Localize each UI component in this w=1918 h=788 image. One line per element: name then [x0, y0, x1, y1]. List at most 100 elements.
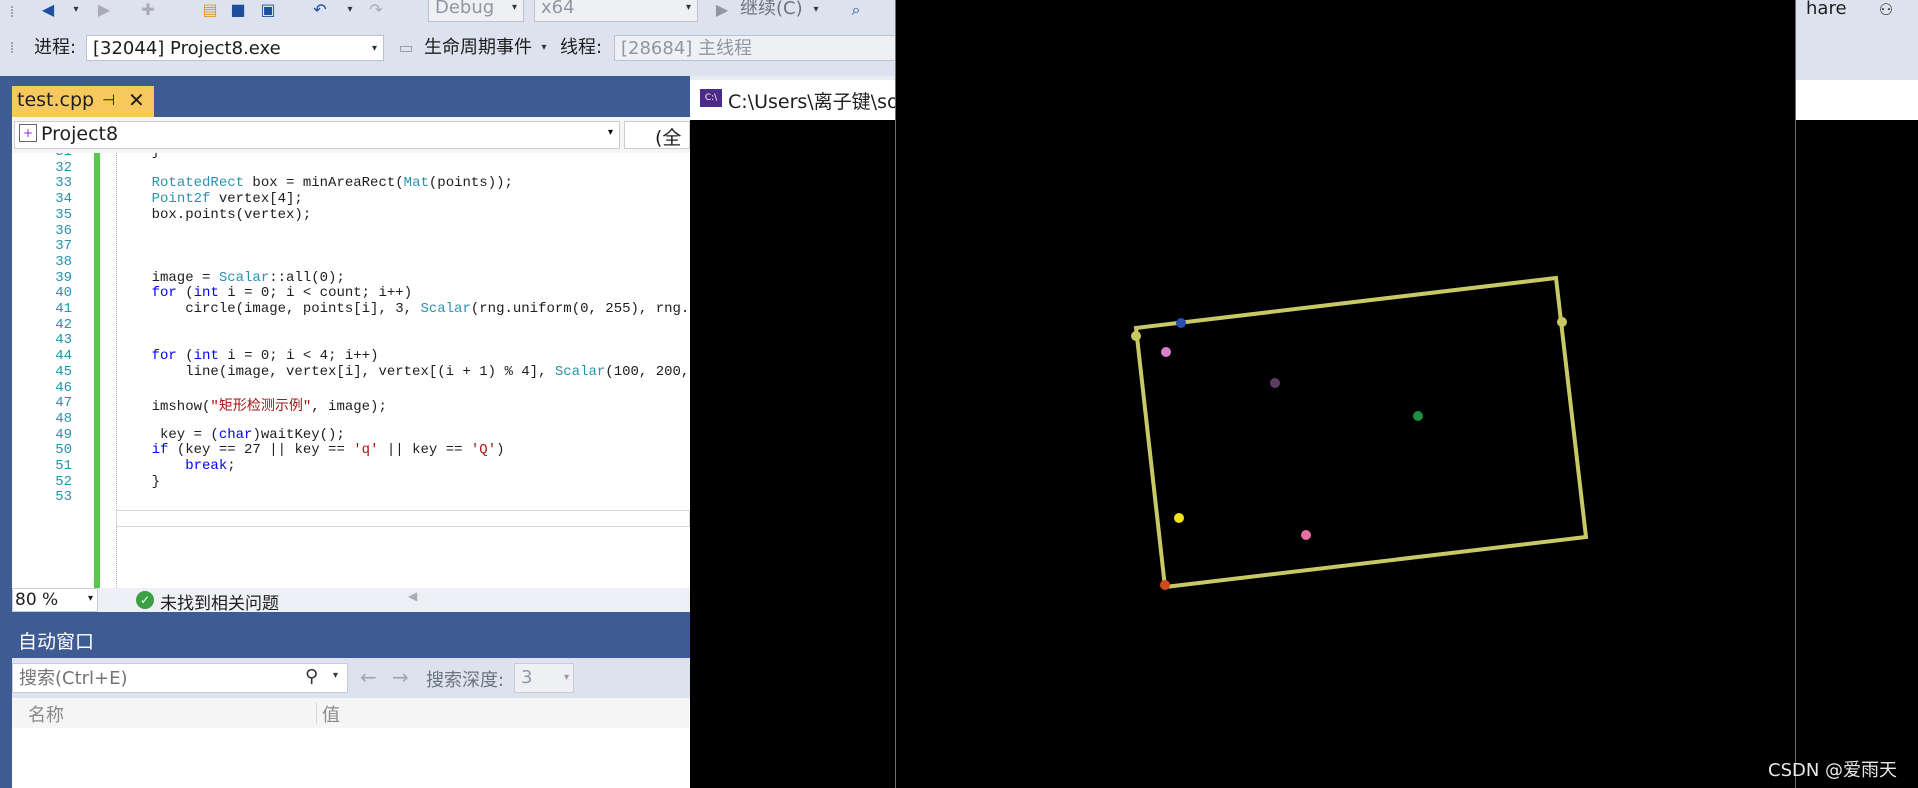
lifecycle-dropdown-icon[interactable]: ▾ [534, 38, 554, 58]
line-number: 39 [55, 269, 72, 286]
console-titlebar[interactable]: C:\ C:\Users\离子键\sou [690, 80, 911, 120]
line-number: 36 [55, 222, 72, 239]
play-icon[interactable]: ▶ [712, 0, 732, 20]
line-number: 46 [55, 379, 72, 396]
thread-label: 线程: [560, 37, 603, 58]
lifecycle-icon: ▭ [398, 38, 414, 57]
search-depth-value: 3 [521, 667, 533, 688]
code-line[interactable]: RotatedRect box = minAreaRect(Mat(points… [118, 175, 513, 191]
continue-dropdown-icon[interactable]: ▾ [806, 0, 826, 20]
column-divider[interactable] [316, 702, 317, 724]
tab-label: test.cpp [17, 89, 95, 111]
image-window[interactable] [895, 0, 1796, 788]
process-select[interactable]: [32044] Project8.exe ▾ [86, 35, 384, 61]
search-depth-select[interactable]: 3 ▾ [514, 663, 574, 693]
lifecycle-events-button[interactable]: 生命周期事件 [424, 35, 532, 61]
chevron-down-icon: ▾ [511, 2, 517, 13]
chevron-down-icon[interactable]: ▾ [333, 670, 338, 681]
config-value: Debug [435, 0, 495, 18]
chevron-down-icon: ▾ [87, 593, 93, 604]
open-folder-icon[interactable]: ▤ [200, 0, 220, 20]
code-editor[interactable]: 31 }3233 RotatedRect box = minAreaRect(M… [12, 153, 690, 588]
point-marker [1160, 580, 1170, 590]
toolbar-right-edge: hare ⚇ [1796, 0, 1918, 80]
navigation-bar: + Project8 ▾ (全局 [12, 117, 690, 176]
point-marker [1301, 530, 1311, 540]
undo-icon[interactable]: ↶ [310, 0, 330, 20]
close-icon[interactable]: ✕ [128, 88, 145, 112]
project-select[interactable]: + Project8 ▾ [14, 121, 620, 149]
line-number: 34 [55, 191, 72, 208]
code-line[interactable]: break; [118, 458, 235, 474]
platform-select[interactable]: x64 ▾ [534, 0, 698, 22]
column-value[interactable]: 值 [322, 701, 340, 727]
line-number: 33 [55, 175, 72, 192]
thread-select[interactable]: [28684] 主线程 [614, 35, 904, 61]
autos-search-field[interactable]: ⚲ ▾ [12, 663, 348, 693]
point-marker [1174, 513, 1184, 523]
issues-status[interactable]: 未找到相关问题 [160, 589, 279, 614]
code-line[interactable]: line(image, vertex[i], vertex[(i + 1) % … [118, 364, 690, 380]
code-line[interactable]: } [118, 153, 160, 160]
find-icon[interactable]: ⌕ [846, 0, 866, 20]
chevron-down-icon: ▾ [371, 43, 377, 54]
line-number: 32 [55, 159, 72, 176]
project-icon: + [19, 124, 37, 142]
autos-search-input[interactable] [17, 666, 311, 690]
back-dropdown-icon[interactable]: ▾ [66, 0, 86, 20]
code-line[interactable]: if (key == 27 || key == 'q' || key == 'Q… [118, 442, 505, 458]
forward-icon[interactable]: ▶ [94, 0, 114, 20]
bounding-rectangle [1133, 275, 1589, 590]
autos-window-title: 自动窗口 [12, 626, 690, 658]
search-icon[interactable]: ⚲ [305, 666, 318, 687]
back-icon[interactable]: ◀ [38, 0, 58, 20]
code-line[interactable]: for (int i = 0; i < 4; i++) [118, 348, 379, 364]
process-label: 进程: [34, 37, 77, 58]
chevron-down-icon: ▾ [607, 127, 613, 138]
search-back-icon[interactable]: ← [360, 665, 377, 689]
zoom-select[interactable]: 80 % ▾ [12, 588, 98, 612]
process-value: [32044] Project8.exe [93, 38, 281, 59]
console-app-icon: C:\ [700, 89, 722, 107]
thread-value: [28684] 主线程 [621, 38, 753, 59]
line-number: 41 [55, 301, 72, 317]
editor-status-bar: 80 % ▾ ✓ 未找到相关问题 ◀ [12, 588, 690, 614]
line-number: 35 [55, 206, 72, 223]
code-line[interactable]: } [118, 474, 160, 490]
tab-test-cpp[interactable]: test.cpp ⊣ ✕ [12, 86, 154, 117]
save-all-icon[interactable]: ▣ [258, 0, 278, 20]
redo-icon[interactable]: ↷ [366, 0, 386, 20]
point-marker [1413, 411, 1423, 421]
live-share-button[interactable]: hare [1806, 0, 1847, 22]
code-line[interactable]: box.points(vertex); [118, 207, 312, 223]
scope-select[interactable]: (全局 [624, 121, 690, 176]
autos-column-header: 名称 值 [12, 698, 690, 729]
line-number: 50 [55, 442, 72, 459]
line-number: 38 [55, 253, 72, 270]
line-number: 53 [55, 489, 72, 506]
line-number: 49 [55, 426, 72, 443]
code-line[interactable]: for (int i = 0; i < count; i++) [118, 285, 412, 301]
point-marker [1270, 378, 1280, 388]
new-project-icon[interactable]: ✚ [138, 0, 158, 20]
current-line-highlight [116, 510, 690, 527]
code-line[interactable]: imshow("矩形检测示例", image); [118, 395, 387, 415]
user-icon[interactable]: ⚇ [1876, 0, 1896, 20]
code-line[interactable]: key = (char)waitKey(); [118, 427, 345, 443]
config-select[interactable]: Debug ▾ [428, 0, 524, 22]
undo-dropdown-icon[interactable]: ▾ [340, 0, 360, 20]
code-line[interactable]: image = Scalar::all(0); [118, 270, 345, 286]
continue-button[interactable]: 继续(C) [740, 0, 803, 22]
code-line[interactable]: circle(image, points[i], 3, Scalar(rng.u… [118, 301, 690, 317]
line-number: 40 [55, 285, 72, 302]
line-number: 43 [55, 332, 72, 349]
pin-icon[interactable]: ⊣ [102, 91, 115, 109]
code-line[interactable]: Point2f vertex[4]; [118, 191, 303, 207]
line-number: 48 [55, 410, 72, 427]
search-forward-icon[interactable]: → [392, 665, 409, 689]
scroll-left-icon[interactable]: ◀ [408, 589, 417, 603]
zoom-value: 80 % [15, 590, 59, 610]
column-name[interactable]: 名称 [28, 701, 64, 727]
save-icon[interactable]: ■ [228, 0, 248, 20]
vertex-marker [1557, 317, 1567, 327]
